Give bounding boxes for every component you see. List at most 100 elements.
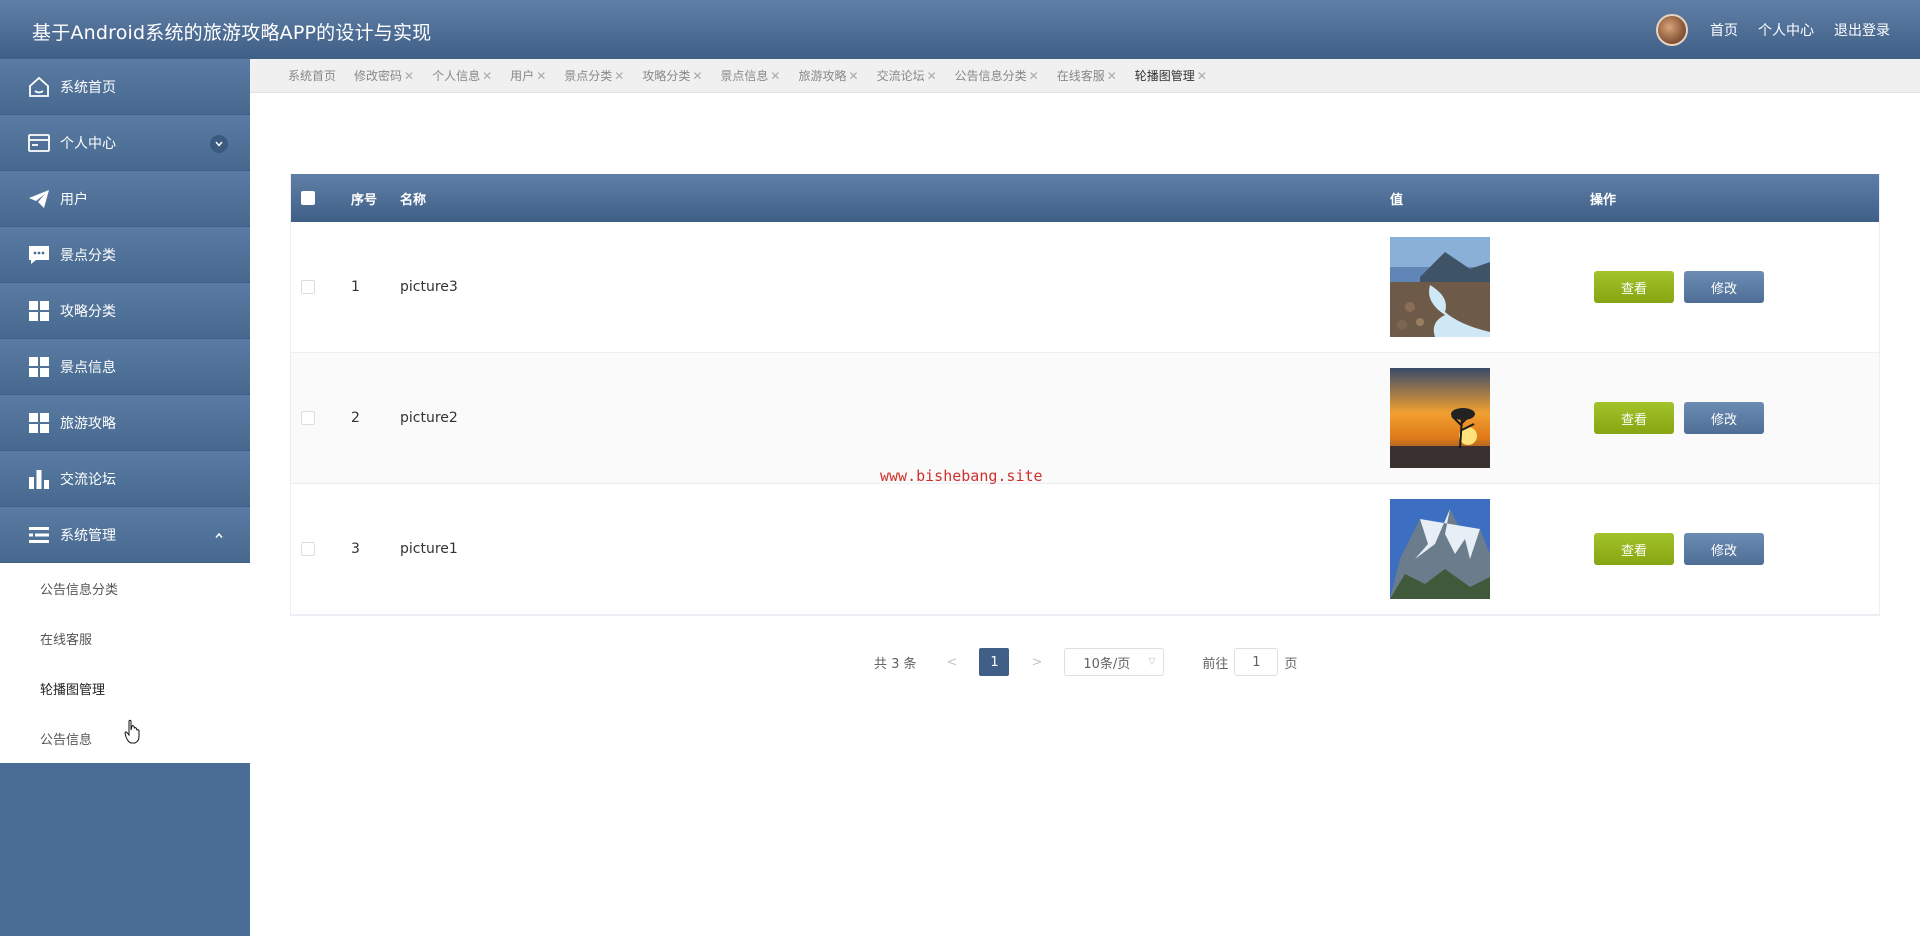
app-title: 基于Android系统的旅游攻略APP的设计与实现 <box>32 22 432 44</box>
sidebar-item-travel-guide[interactable]: 旅游攻略 <box>0 395 250 451</box>
view-button[interactable]: 查看 <box>1594 533 1674 565</box>
sidebar-item-label: 系统管理 <box>60 527 116 544</box>
sidebar-item-label: 景点信息 <box>60 359 116 376</box>
chevron-down-icon: ▽ <box>1148 657 1156 667</box>
home-icon <box>26 74 52 100</box>
page-number-button[interactable]: 1 <box>979 648 1010 676</box>
edit-button[interactable]: 修改 <box>1684 402 1764 434</box>
row-index: 1 <box>351 279 360 295</box>
row-name: picture1 <box>400 541 458 557</box>
submenu-item-notice-category[interactable]: 公告信息分类 <box>0 563 250 613</box>
sidebar-item-guide-category[interactable]: 攻略分类 <box>0 283 250 339</box>
tab-change-password[interactable]: 修改密码 ✕ <box>354 67 414 84</box>
tab-scenic-info[interactable]: 景点信息 ✕ <box>720 67 780 84</box>
sidebar-item-personal-center[interactable]: 个人中心 <box>0 115 250 171</box>
card-icon <box>26 130 52 156</box>
select-all-checkbox[interactable] <box>301 191 315 205</box>
chevron-down-icon[interactable] <box>210 135 228 153</box>
table-row: 2 picture2 查看 修改 <box>291 353 1879 484</box>
avatar[interactable] <box>1656 14 1688 46</box>
chevron-up-icon[interactable] <box>210 527 228 545</box>
tab-scenic-category[interactable]: 景点分类 ✕ <box>564 67 624 84</box>
row-actions: 查看 修改 <box>1594 271 1764 303</box>
snowy-mountain-image[interactable] <box>1390 499 1490 599</box>
close-icon[interactable]: ✕ <box>614 69 624 83</box>
sidebar-item-label: 交流论坛 <box>60 471 116 488</box>
grid-icon <box>26 298 52 324</box>
sidebar-item-label: 个人中心 <box>60 135 116 152</box>
close-icon[interactable]: ✕ <box>482 69 492 83</box>
sidebar-item-label: 系统首页 <box>60 79 116 96</box>
close-icon[interactable]: ✕ <box>1107 69 1117 83</box>
top-header: 基于Android系统的旅游攻略APP的设计与实现 首页 个人中心 退出登录 <box>0 0 1920 59</box>
goto-page-input[interactable] <box>1234 648 1279 676</box>
close-icon[interactable]: ✕ <box>849 69 859 83</box>
row-checkbox[interactable] <box>301 411 315 425</box>
pagination-total: 共 3 条 <box>874 656 917 672</box>
prev-page-button[interactable]: < <box>947 655 958 670</box>
tab-travel-guide[interactable]: 旅游攻略 ✕ <box>798 67 858 84</box>
close-icon[interactable]: ✕ <box>1029 69 1039 83</box>
goto-suffix: 页 <box>1284 656 1298 672</box>
chat-icon <box>26 242 52 268</box>
tab-notice-category[interactable]: 公告信息分类 ✕ <box>955 67 1039 84</box>
close-icon[interactable]: ✕ <box>1197 69 1207 83</box>
row-checkbox[interactable] <box>301 542 315 556</box>
table-row: 1 picture3 查看 修改 <box>291 222 1879 353</box>
row-actions: 查看 修改 <box>1594 533 1764 565</box>
tab-forum[interactable]: 交流论坛 ✕ <box>877 67 937 84</box>
submenu-item-online-service[interactable]: 在线客服 <box>0 613 250 663</box>
tab-bar: 系统首页 修改密码 ✕ 个人信息 ✕ 用户 ✕ 景点分类 ✕ 攻略分类 ✕ 景点信息 ✕ 旅… <box>250 59 1920 93</box>
close-icon[interactable]: ✕ <box>404 69 414 83</box>
sidebar-item-forum[interactable]: 交流论坛 <box>0 451 250 507</box>
sidebar-item-users[interactable]: 用户 <box>0 171 250 227</box>
tab-carousel[interactable]: 轮播图管理 ✕ <box>1135 67 1207 84</box>
row-checkbox[interactable] <box>301 280 315 294</box>
edit-button[interactable]: 修改 <box>1684 271 1764 303</box>
bar-chart-icon <box>26 466 52 492</box>
row-index: 3 <box>351 541 360 557</box>
view-button[interactable]: 查看 <box>1594 402 1674 434</box>
pagination: 共 3 条 < 1 > 10条/页 ▽ 前往 页 <box>874 648 1297 676</box>
close-icon[interactable]: ✕ <box>536 69 546 83</box>
grid-icon <box>26 354 52 380</box>
tab-personal-info[interactable]: 个人信息 ✕ <box>432 67 492 84</box>
paper-plane-icon <box>26 186 52 212</box>
sidebar-item-label: 用户 <box>60 191 88 208</box>
row-name: picture3 <box>400 279 458 295</box>
sidebar-item-system-management[interactable]: 系统管理 <box>0 507 250 563</box>
row-actions: 查看 修改 <box>1594 402 1764 434</box>
next-page-button[interactable]: > <box>1031 655 1042 670</box>
table-header: 序号 名称 值 操作 <box>291 174 1879 222</box>
header-value: 值 <box>1390 192 1404 208</box>
edit-button[interactable]: 修改 <box>1684 533 1764 565</box>
row-name: picture2 <box>400 410 458 426</box>
page-size-select[interactable]: 10条/页 ▽ <box>1064 648 1165 676</box>
goto-prefix: 前往 <box>1202 656 1229 672</box>
profile-link[interactable]: 个人中心 <box>1758 20 1814 40</box>
tab-online-service[interactable]: 在线客服 ✕ <box>1057 67 1117 84</box>
river-landscape-image[interactable] <box>1390 237 1490 337</box>
sidebar: 系统首页 个人中心 用户 景点分类 攻略分类 景点信息 旅游攻略 交流论坛 系统… <box>0 59 250 936</box>
tab-home[interactable]: 系统首页 <box>288 67 336 84</box>
sidebar-item-scenic-category[interactable]: 景点分类 <box>0 227 250 283</box>
close-icon[interactable]: ✕ <box>770 69 780 83</box>
home-link[interactable]: 首页 <box>1710 20 1738 40</box>
close-icon[interactable]: ✕ <box>692 69 702 83</box>
view-button[interactable]: 查看 <box>1594 271 1674 303</box>
watermark-text: www.bishebang.site <box>880 467 1043 485</box>
logout-link[interactable]: 退出登录 <box>1834 20 1890 40</box>
row-index: 2 <box>351 410 360 426</box>
header-name: 名称 <box>400 192 427 208</box>
tab-guide-category[interactable]: 攻略分类 ✕ <box>642 67 702 84</box>
grid-icon <box>26 410 52 436</box>
sidebar-item-label: 攻略分类 <box>60 303 116 320</box>
submenu-item-carousel[interactable]: 轮播图管理 <box>0 663 250 713</box>
sidebar-item-label: 旅游攻略 <box>60 415 116 432</box>
sidebar-item-scenic-info[interactable]: 景点信息 <box>0 339 250 395</box>
close-icon[interactable]: ✕ <box>927 69 937 83</box>
sidebar-item-home[interactable]: 系统首页 <box>0 59 250 115</box>
carousel-table: 序号 名称 值 操作 1 picture3 查看 修改 2 picture2 查… <box>290 174 1880 616</box>
tab-users[interactable]: 用户 ✕ <box>510 67 546 84</box>
sunset-tree-image[interactable] <box>1390 368 1490 468</box>
